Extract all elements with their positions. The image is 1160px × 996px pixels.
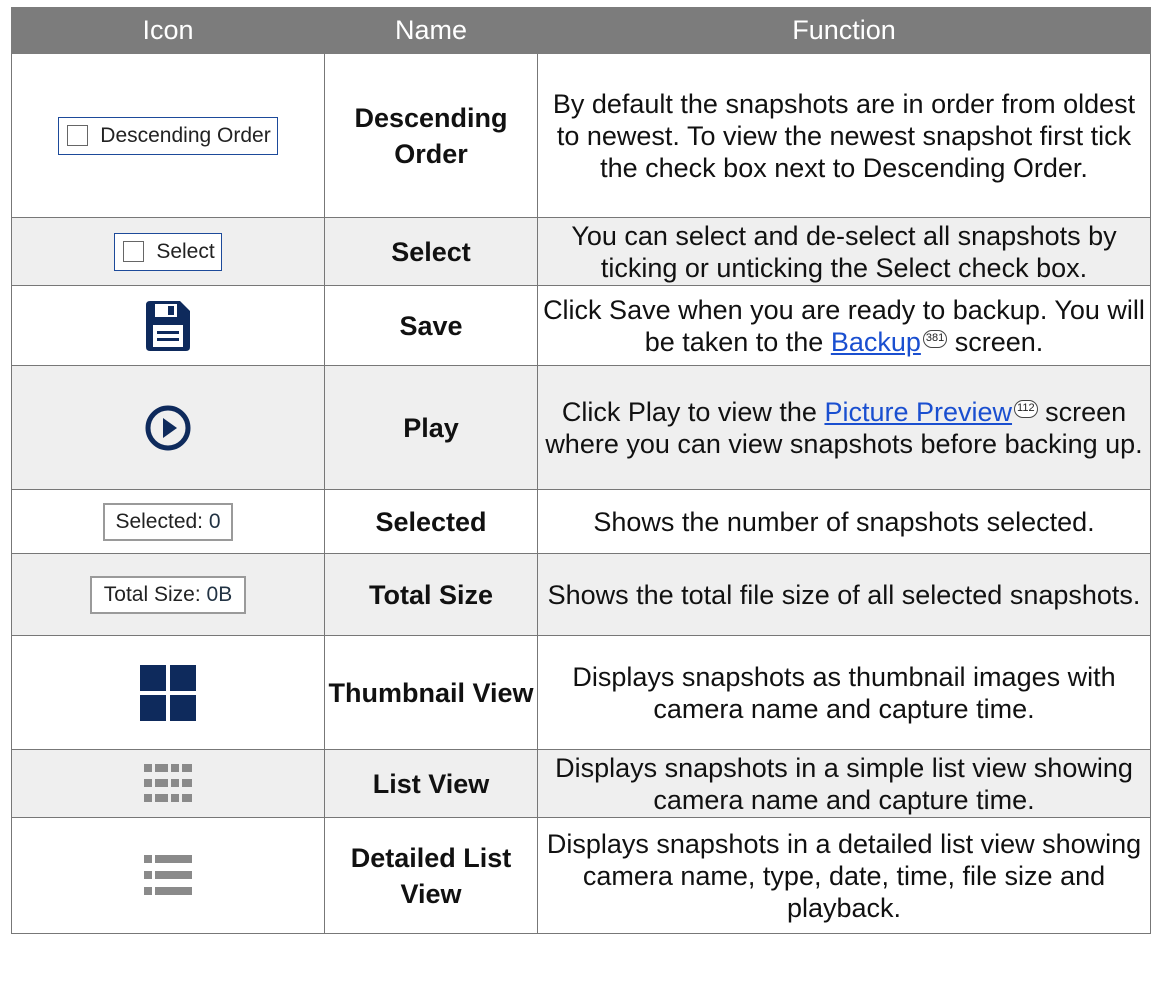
header-icon: Icon <box>11 7 325 54</box>
detailed-list-view-icon[interactable] <box>144 854 192 897</box>
name-cell: Detailed List View <box>324 817 538 934</box>
function-cell: You can select and de-select all snapsho… <box>537 217 1151 286</box>
name-cell: Thumbnail View <box>324 635 538 750</box>
total-size-counter: Total Size: 0B <box>89 575 247 614</box>
icon-reference-table: Icon Name Function Descending Order Desc… <box>11 7 1151 934</box>
table-row: Select Select You can select and de-sele… <box>11 217 1151 286</box>
name-cell: Play <box>324 365 538 490</box>
table-row: Descending Order Descending Order By def… <box>11 53 1151 218</box>
header-name: Name <box>324 7 538 54</box>
page: Icon Name Function Descending Order Desc… <box>0 0 1160 996</box>
total-size-counter-value: 0B <box>206 582 233 606</box>
header-function: Function <box>537 7 1151 54</box>
descending-order-checkbox[interactable]: Descending Order <box>58 116 278 155</box>
icon-cell <box>11 635 325 750</box>
function-cell: Shows the total file size of all selecte… <box>537 553 1151 636</box>
descending-order-label: Descending Order <box>100 123 271 147</box>
checkbox-icon[interactable] <box>67 125 89 146</box>
name-cell: Total Size <box>324 553 538 636</box>
icon-cell: Select <box>11 217 325 286</box>
thumbnail-view-icon[interactable] <box>140 664 196 721</box>
table-row: Detailed List View Displays snapshots in… <box>11 817 1151 934</box>
save-icon[interactable] <box>146 300 190 351</box>
select-checkbox[interactable]: Select <box>114 232 222 271</box>
table-header-row: Icon Name Function <box>11 7 1151 54</box>
icon-cell <box>11 817 325 934</box>
icon-cell: Selected: 0 <box>11 489 325 554</box>
function-text: Click Play to view the <box>561 396 825 427</box>
icon-cell: Total Size: 0B <box>11 553 325 636</box>
table-row: Thumbnail View Displays snapshots as thu… <box>11 635 1151 750</box>
selected-counter-label: Selected: <box>115 509 204 533</box>
function-cell: Click Play to view the Picture Preview 11… <box>537 365 1151 490</box>
function-cell: Displays snapshots as thumbnail images w… <box>537 635 1151 750</box>
icon-cell <box>11 365 325 490</box>
selected-counter: Selected: 0 <box>103 502 233 541</box>
table-row: Save Click Save when you are ready to ba… <box>11 285 1151 366</box>
function-cell: Displays snapshots in a simple list view… <box>537 749 1151 818</box>
list-view-icon[interactable] <box>144 763 192 804</box>
select-label: Select <box>156 239 215 263</box>
page-ref-badge: 112 <box>1014 399 1038 418</box>
name-cell: Selected <box>324 489 538 554</box>
name-cell: Save <box>324 285 538 366</box>
function-cell: Click Save when you are ready to backup.… <box>537 285 1151 366</box>
name-cell: Descending Order <box>324 53 538 218</box>
checkbox-icon[interactable] <box>123 241 145 262</box>
function-cell: By default the snapshots are in order fr… <box>537 53 1151 218</box>
icon-cell: Descending Order <box>11 53 325 218</box>
name-cell: List View <box>324 749 538 818</box>
table-row: Selected: 0 Selected Shows the number of… <box>11 489 1151 554</box>
function-cell: Shows the number of snapshots selected. <box>537 489 1151 554</box>
total-size-counter-label: Total Size: <box>103 582 201 606</box>
page-ref-badge: 381 <box>922 329 948 348</box>
table-row: List View Displays snapshots in a simple… <box>11 749 1151 818</box>
table-row: Total Size: 0B Total Size Shows the tota… <box>11 553 1151 636</box>
function-text: screen. <box>947 326 1044 357</box>
name-cell: Select <box>324 217 538 286</box>
backup-link[interactable]: Backup <box>831 327 921 357</box>
table-row: Play Click Play to view the Picture Prev… <box>11 365 1151 490</box>
selected-counter-value: 0 <box>208 509 221 533</box>
function-cell: Displays snapshots in a detailed list vi… <box>537 817 1151 934</box>
play-icon[interactable] <box>144 404 192 452</box>
picture-preview-link[interactable]: Picture Preview <box>824 397 1012 427</box>
icon-cell <box>11 749 325 818</box>
icon-cell <box>11 285 325 366</box>
